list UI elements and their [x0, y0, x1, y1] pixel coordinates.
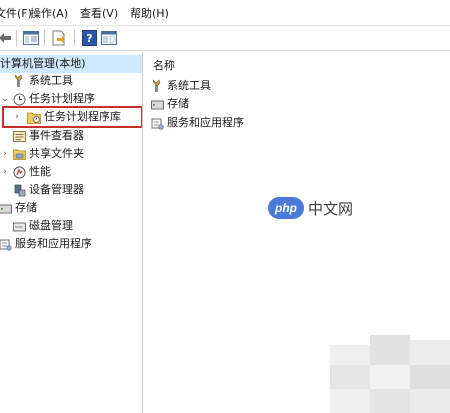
watermark-badge: php — [268, 197, 304, 219]
disk-icon — [12, 219, 26, 233]
show-hide-tree-icon[interactable] — [22, 29, 40, 47]
tree-item-disk-management[interactable]: 磁盘管理 — [0, 217, 73, 235]
tree-item-system-tools[interactable]: 系统工具 — [0, 72, 73, 90]
tree-item-label: 计算机管理(本地) — [0, 57, 86, 70]
tree-item-services-apps[interactable]: 服务和应用程序 — [0, 235, 92, 253]
list-item-label: 服务和应用程序 — [167, 116, 244, 129]
tools-icon — [150, 79, 164, 93]
toolbar: ? — [0, 26, 450, 51]
menu-view[interactable]: 查看(V) — [80, 6, 118, 22]
properties-icon[interactable] — [100, 29, 118, 47]
tree-item-label: 磁盘管理 — [29, 219, 73, 232]
shared-folder-icon — [12, 147, 26, 161]
list-item[interactable]: 服务和应用程序 — [150, 114, 244, 132]
help-icon[interactable]: ? — [80, 29, 98, 47]
menu-help[interactable]: 帮助(H) — [130, 6, 169, 22]
tree-item-task-scheduler-library[interactable]: 任务计划程序库 — [0, 108, 121, 126]
tree-item-performance[interactable]: 性能 — [0, 163, 51, 181]
toolbar-separator — [16, 30, 17, 46]
column-header-name[interactable]: 名称 — [153, 57, 175, 73]
tree-item-label: 任务计划程序库 — [44, 110, 121, 123]
tree-item-label: 服务和应用程序 — [15, 237, 92, 250]
tree-item-label: 共享文件夹 — [29, 147, 84, 160]
folder-clock-icon — [27, 110, 41, 124]
menu-action[interactable]: 操作(A) — [30, 6, 68, 22]
event-viewer-icon — [12, 129, 26, 143]
svg-text:?: ? — [86, 32, 92, 45]
tools-icon — [12, 74, 26, 88]
tree-item-label: 事件查看器 — [29, 129, 84, 142]
list-item[interactable]: 系统工具 — [150, 77, 211, 95]
device-manager-icon — [12, 183, 26, 197]
tree-item-label: 性能 — [29, 165, 51, 178]
services-icon — [150, 116, 164, 130]
list-item-label: 存储 — [167, 97, 189, 110]
export-list-icon[interactable] — [50, 29, 68, 47]
pixelated-region — [330, 335, 450, 413]
tree-item-root[interactable]: 计算机管理(本地) — [0, 55, 142, 73]
menu-bar: 文件(F) 操作(A) 查看(V) 帮助(H) — [0, 0, 450, 26]
tree-item-label: 设备管理器 — [29, 183, 84, 196]
services-icon — [0, 237, 12, 251]
list-item[interactable]: 存储 — [150, 95, 189, 113]
back-arrow-icon[interactable] — [0, 29, 14, 47]
tree-item-shared-folders[interactable]: 共享文件夹 — [0, 145, 84, 163]
tree-item-label: 存储 — [15, 201, 37, 214]
toolbar-separator — [44, 30, 45, 46]
toolbar-separator — [74, 30, 75, 46]
tree-pane[interactable]: 计算机管理(本地) 系统工具 ⌄ 任务计划程序 › 任务计划程序库 事件查看器 … — [0, 52, 143, 413]
performance-icon — [12, 165, 26, 179]
storage-icon — [0, 201, 12, 215]
tree-item-event-viewer[interactable]: 事件查看器 — [0, 127, 84, 145]
list-item-label: 系统工具 — [167, 79, 211, 92]
storage-icon — [150, 97, 164, 111]
watermark-logo: php 中文网 — [268, 197, 353, 219]
watermark-text: 中文网 — [308, 199, 354, 218]
tree-item-storage[interactable]: 存储 — [0, 199, 37, 217]
tree-item-device-manager[interactable]: 设备管理器 — [0, 181, 84, 199]
clock-icon — [12, 92, 26, 106]
tree-item-label: 系统工具 — [29, 74, 73, 87]
menu-file[interactable]: 文件(F) — [0, 6, 32, 22]
